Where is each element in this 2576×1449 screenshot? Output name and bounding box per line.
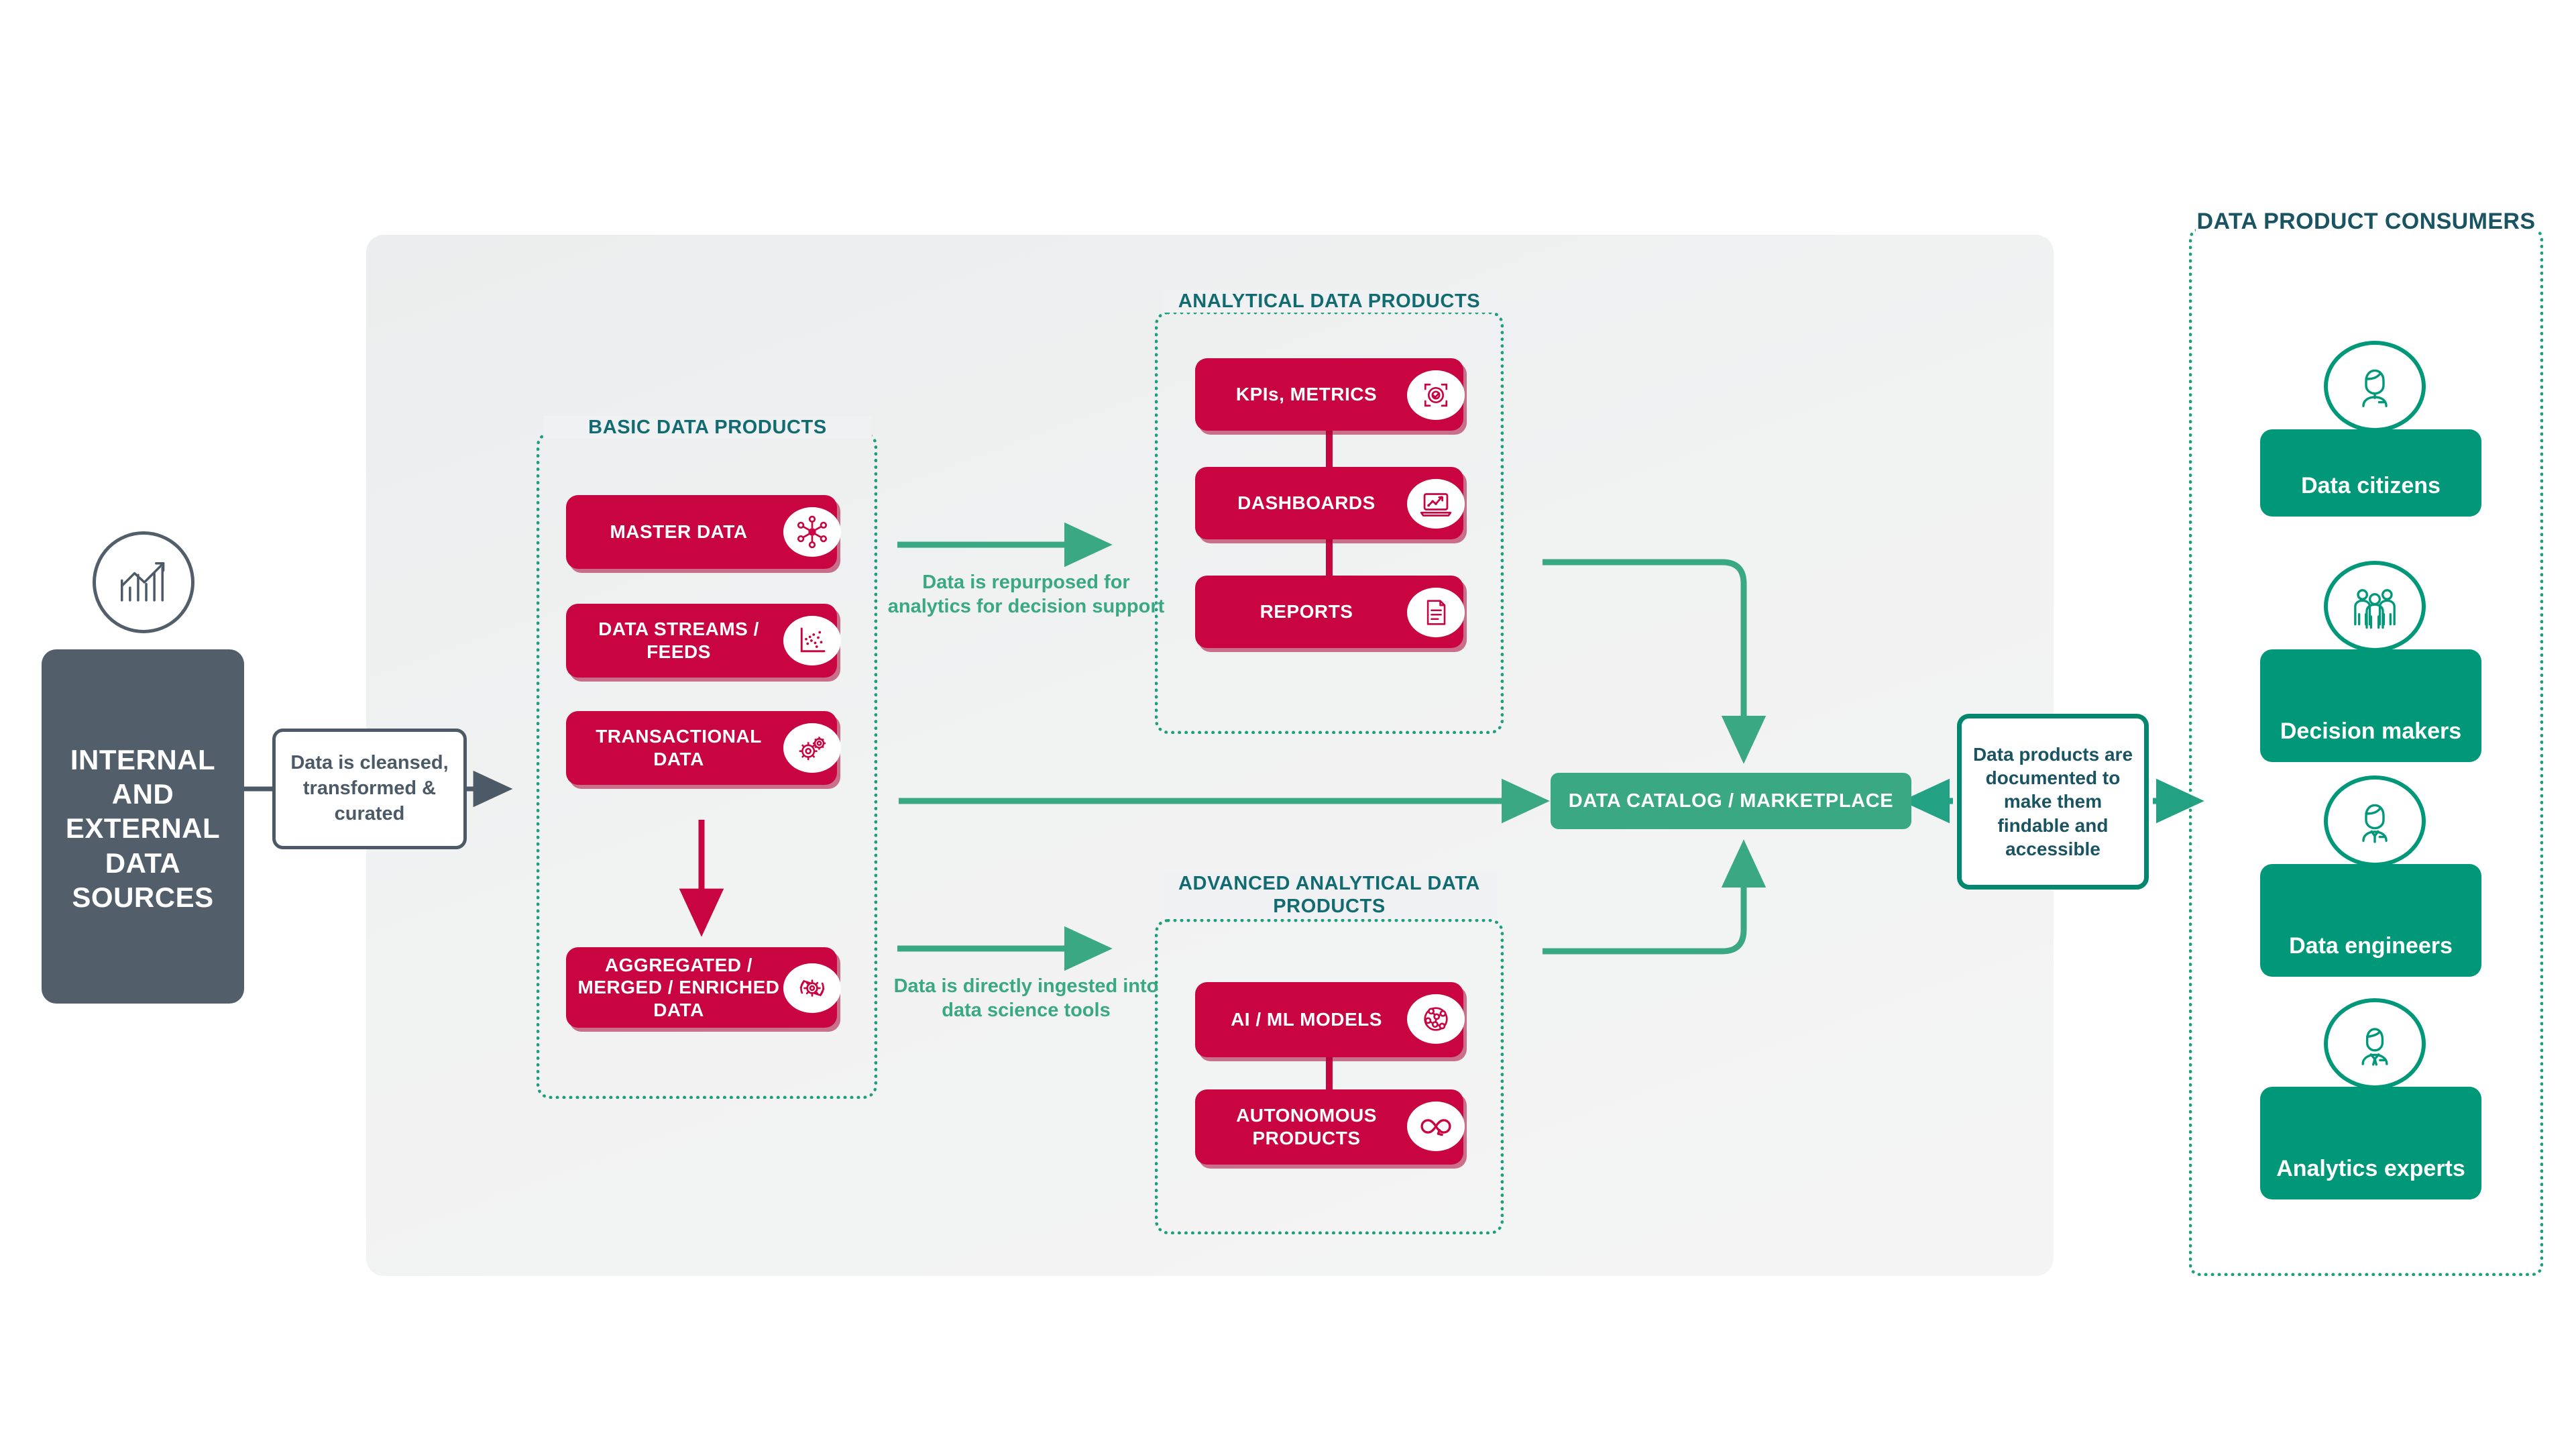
group-advanced-analytical-data-products [1155, 919, 1504, 1234]
document-icon [1407, 588, 1465, 637]
person-female-icon [2324, 341, 2426, 432]
card-data-citizens[interactable]: Data citizens [2260, 429, 2481, 517]
gear-refresh-icon [783, 963, 841, 1013]
laptop-chart-icon [1407, 479, 1465, 529]
card-analytics-experts[interactable]: Analytics experts [2260, 1087, 2481, 1199]
group-basic-title: BASIC DATA PRODUCTS [543, 416, 872, 439]
bar-chart-growth-icon [93, 531, 194, 633]
infinity-loop-icon [1407, 1102, 1465, 1151]
group-advanced-title: ADVANCED ANALYTICAL DATA PRODUCTS [1162, 872, 1497, 918]
source-label: INTERNAL AND EXTERNAL DATA SOURCES [65, 743, 221, 913]
network-hub-icon [783, 507, 841, 557]
gears-icon [783, 723, 841, 773]
group-analytical-title: ANALYTICAL DATA PRODUCTS [1162, 290, 1497, 313]
neural-network-icon [1407, 994, 1465, 1044]
card-decision-makers[interactable]: Decision makers [2260, 649, 2481, 762]
cleanse-note: Data is cleansed, transformed & curated [272, 729, 467, 849]
person-engineer-icon [2324, 775, 2426, 867]
annotation-repurposed-for-analytics: Data is repurposed for analytics for dec… [887, 572, 1165, 618]
documentation-note: Data products are documented to make the… [1957, 714, 2149, 890]
scatter-plot-icon [783, 616, 841, 665]
data-catalog-marketplace-bar[interactable]: DATA CATALOG / MARKETPLACE [1551, 773, 1911, 829]
person-suit-icon [2324, 998, 2426, 1089]
group-consumers-title: DATA PRODUCT CONSUMERS [2196, 208, 2536, 235]
target-check-icon [1407, 370, 1465, 420]
diagram-canvas: INTERNAL AND EXTERNAL DATA SOURCES Data … [0, 0, 2576, 1449]
people-group-icon [2324, 561, 2426, 652]
card-data-engineers[interactable]: Data engineers [2260, 864, 2481, 977]
annotation-ingested-into-data-science: Data is directly ingested into data scie… [893, 975, 1159, 1022]
